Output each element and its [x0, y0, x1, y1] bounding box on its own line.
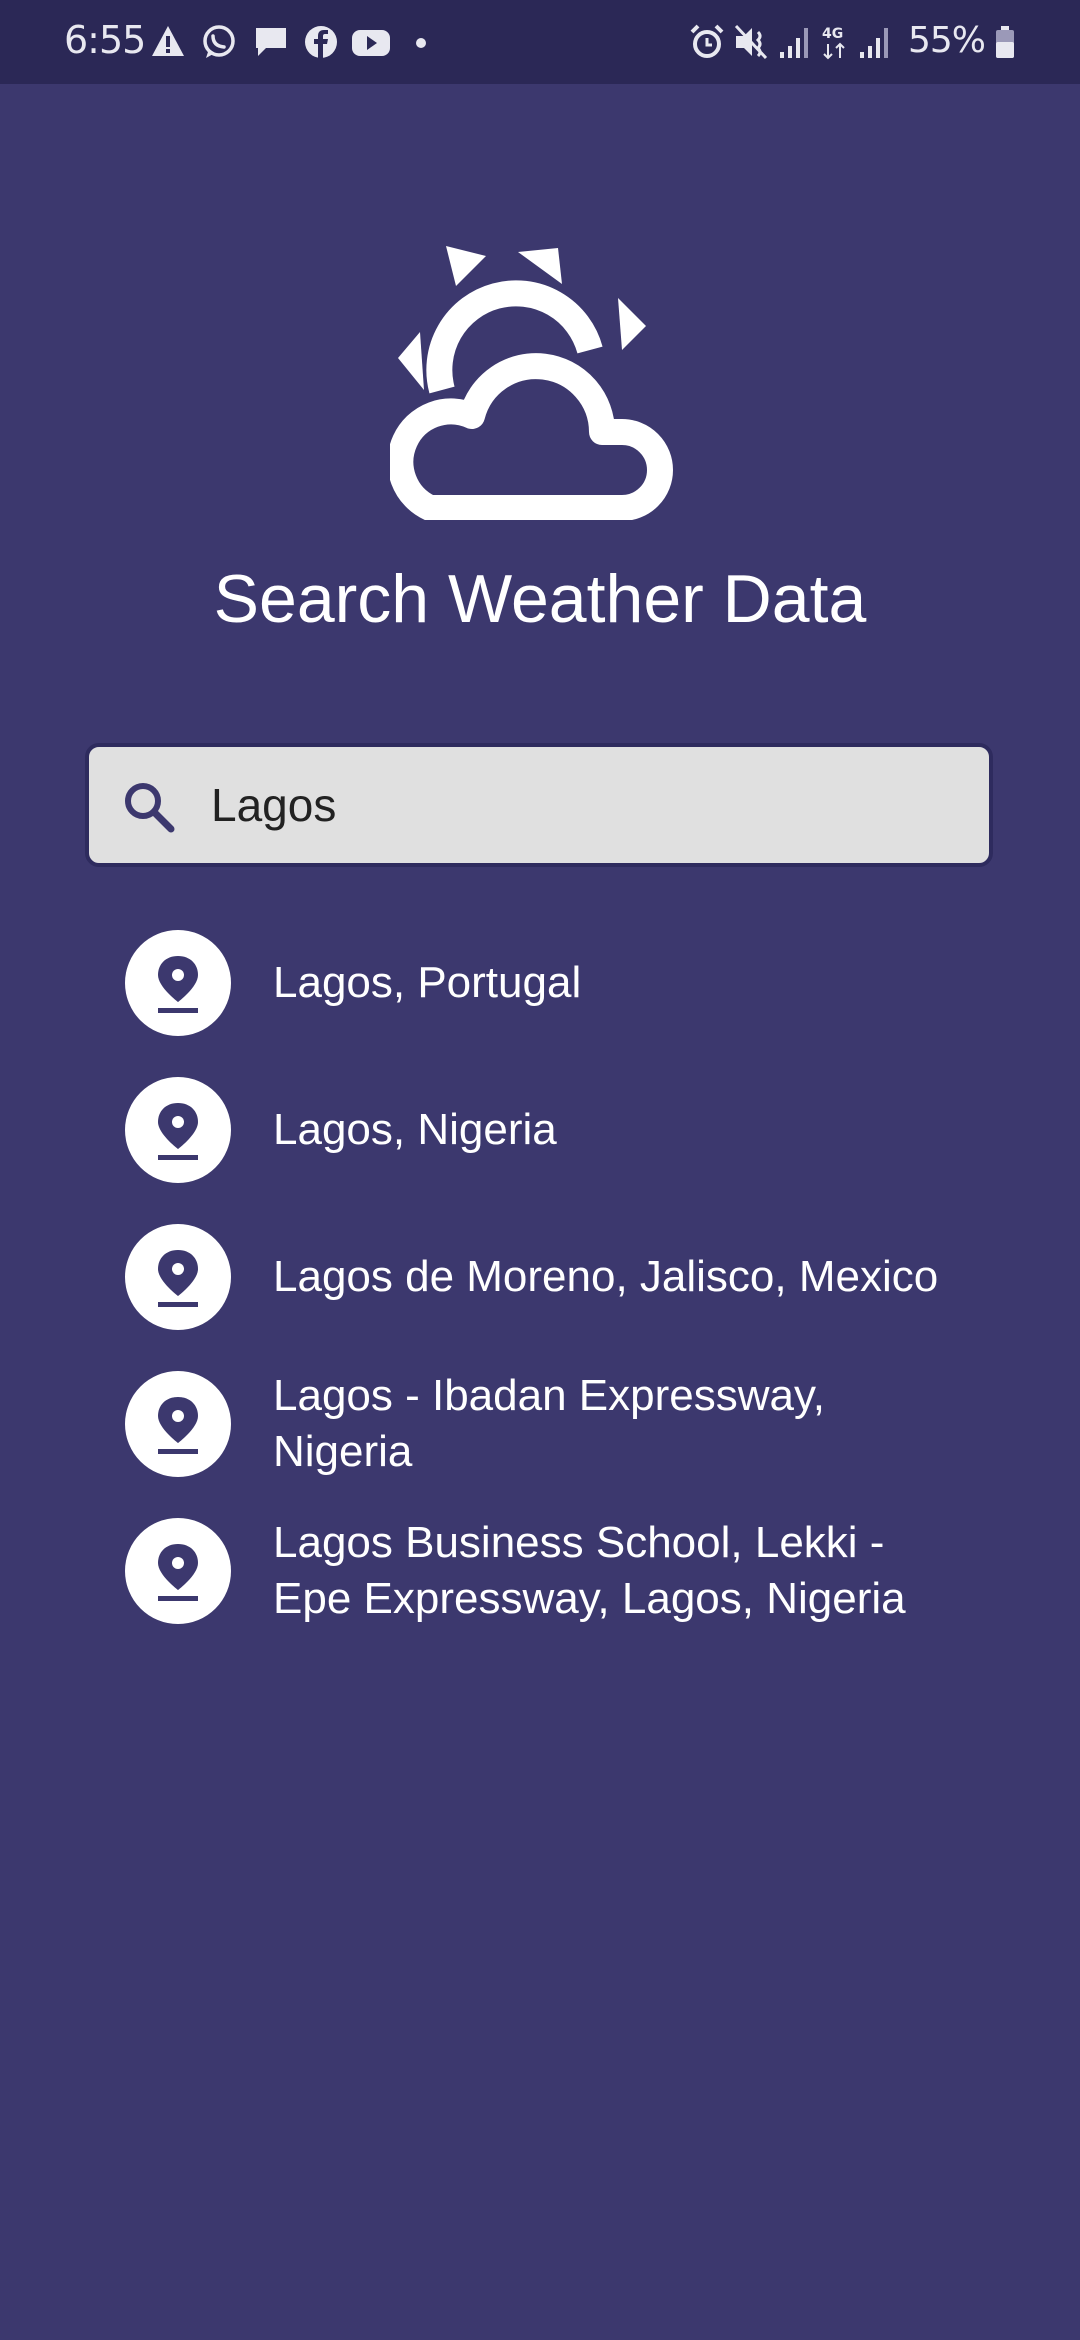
alert-icon: [152, 26, 184, 56]
status-time: 6:55: [64, 18, 146, 62]
signal-icon: [860, 28, 888, 58]
dot-icon: [416, 38, 426, 48]
facebook-icon: [305, 26, 337, 58]
search-icon: [125, 783, 175, 833]
battery-icon: [996, 26, 1014, 58]
vibrate-icon: [734, 24, 768, 60]
result-item-lagos-ibadan-expressway[interactable]: Lagos - Ibadan Expressway, Nigeria: [125, 1371, 1005, 1477]
status-bar: 6:55 4G 55%: [0, 0, 1080, 84]
search-input[interactable]: [211, 767, 951, 843]
result-label: Lagos - Ibadan Expressway, Nigeria: [273, 1371, 825, 1476]
location-pin-icon: [125, 1077, 231, 1183]
alarm-icon: [690, 24, 724, 58]
result-label: Lagos, Nigeria: [273, 1105, 557, 1154]
result-item-lagos-de-moreno[interactable]: Lagos de Moreno, Jalisco, Mexico: [125, 1224, 1005, 1330]
result-item-lagos-nigeria[interactable]: Lagos, Nigeria: [125, 1077, 1005, 1183]
search-field[interactable]: [85, 743, 993, 867]
result-item-lagos-business-school[interactable]: Lagos Business School, Lekki - Epe Expre…: [125, 1518, 1005, 1624]
result-label: Lagos Business School, Lekki - Epe Expre…: [273, 1518, 906, 1623]
svg-text:4G: 4G: [822, 26, 843, 42]
result-label: Lagos, Portugal: [273, 958, 582, 1007]
sun-cloud-icon: [390, 246, 673, 520]
location-pin-icon: [125, 1371, 231, 1477]
page-title: Search Weather Data: [213, 561, 867, 637]
whatsapp-icon: [203, 25, 235, 58]
result-item-lagos-portugal[interactable]: Lagos, Portugal: [125, 930, 1005, 1036]
location-pin-icon: [125, 930, 231, 1036]
network-4g-icon: 4G: [822, 26, 845, 60]
battery-percent: 55%: [908, 20, 986, 61]
signal-icon: [780, 28, 808, 58]
message-icon: [256, 28, 286, 56]
location-pin-icon: [125, 1518, 231, 1624]
location-pin-icon: [125, 1224, 231, 1330]
youtube-icon: [352, 30, 390, 56]
result-label: Lagos de Moreno, Jalisco, Mexico: [273, 1252, 939, 1301]
